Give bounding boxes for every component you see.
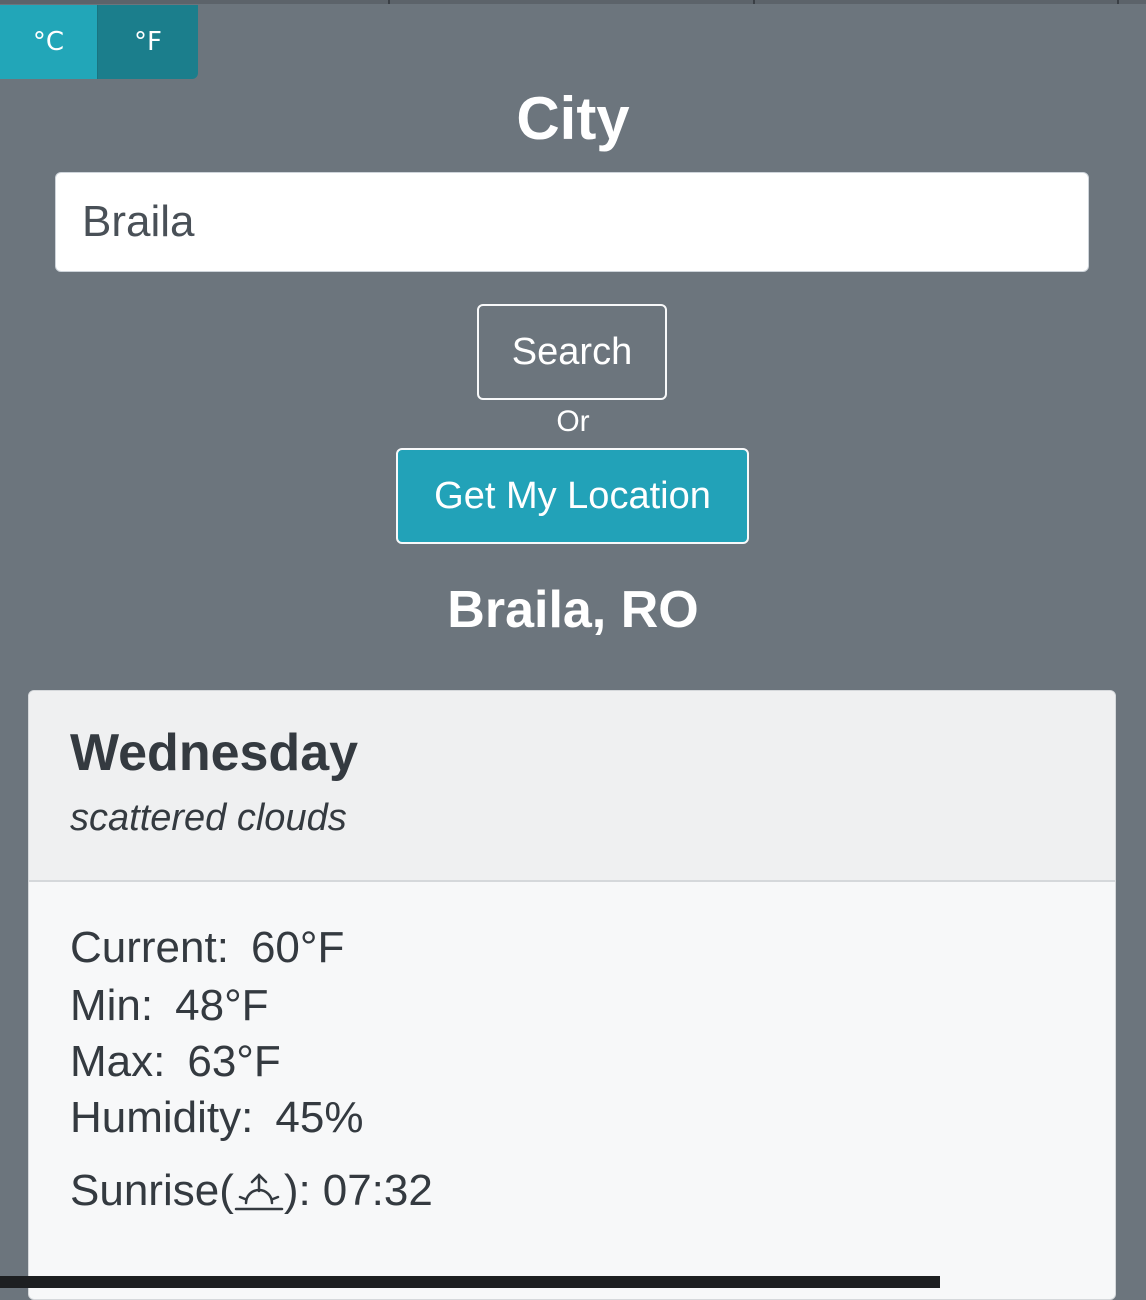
forecast-card: Wednesday scattered clouds Current: 60°F … <box>28 690 1116 1300</box>
min-temp-label: Min: <box>70 981 154 1030</box>
window-top-edge <box>0 0 1146 4</box>
fahrenheit-button[interactable]: °F <box>97 5 198 79</box>
celsius-button[interactable]: °C <box>0 5 97 79</box>
get-location-button[interactable]: Get My Location <box>396 448 749 544</box>
sunrise-icon <box>234 1169 284 1213</box>
min-temp-row: Min: 48°F <box>70 978 1115 1034</box>
search-button[interactable]: Search <box>477 304 667 400</box>
humidity-label: Humidity: <box>70 1093 254 1142</box>
sunrise-row: Sunrise( ): 07:32 <box>70 1166 1115 1216</box>
humidity-row: Humidity: 45% <box>70 1090 1115 1146</box>
current-temp-label: Current: <box>70 923 229 972</box>
max-temp-label: Max: <box>70 1037 166 1086</box>
forecast-day: Wednesday <box>70 724 359 782</box>
max-temp-row: Max: 63°F <box>70 1034 1115 1090</box>
current-temp-row: Current: 60°F <box>70 920 1115 976</box>
min-temp-value: 48°F <box>175 981 269 1030</box>
or-separator: Or <box>556 405 590 438</box>
current-temp-value: 60°F <box>250 923 345 972</box>
place-name: Braila, RO <box>447 581 699 639</box>
bottom-window-edge <box>0 1276 940 1288</box>
humidity-value: 45% <box>275 1093 364 1142</box>
city-search-input[interactable] <box>55 172 1089 272</box>
unit-toggle: °C °F <box>0 5 198 79</box>
weather-description: scattered clouds <box>70 797 347 839</box>
forecast-card-body: Current: 60°F Min: 48°F Max: 63°F Humidity:… <box>29 882 1115 1216</box>
forecast-card-header: Wednesday scattered clouds <box>29 691 1115 882</box>
max-temp-value: 63°F <box>187 1037 281 1086</box>
sunrise-value: 07:32 <box>322 1166 433 1215</box>
city-heading: City <box>516 85 630 152</box>
sunrise-label-prefix: Sunrise( <box>70 1166 234 1215</box>
sunrise-label-suffix: ): <box>283 1166 311 1215</box>
